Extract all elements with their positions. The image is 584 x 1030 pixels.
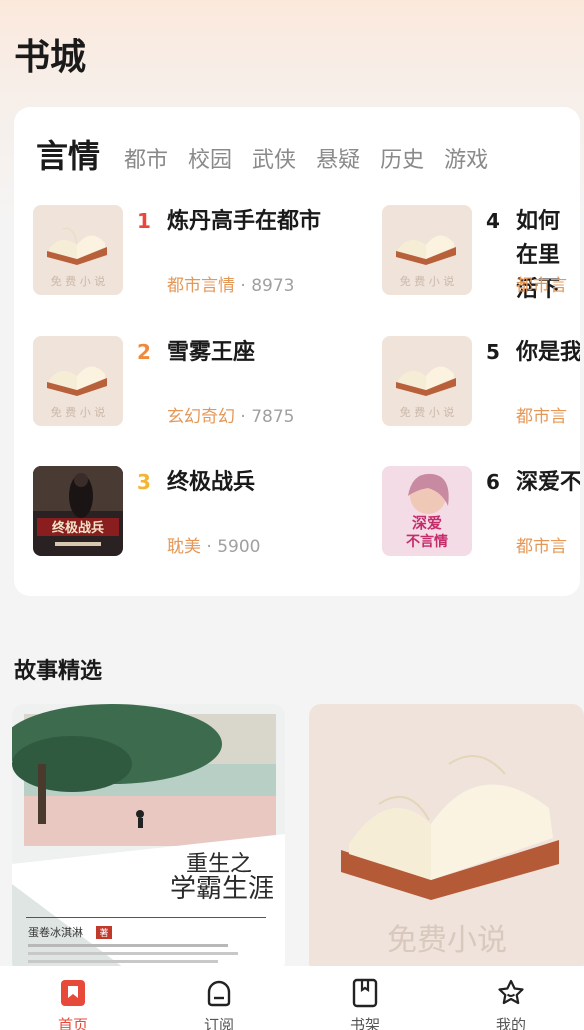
meta-separator: · <box>206 537 212 557</box>
svg-text:终极战兵: 终极战兵 <box>52 520 104 536</box>
book-item[interactable]: 免 费 小 说 1 炼丹高手在都市 都市言情 · 8973 <box>33 205 363 297</box>
book-item[interactable]: 免 费 小 说 2 雪雾王座 玄幻奇幻 · 7875 <box>33 336 363 428</box>
book-category: 耽美 <box>167 537 201 557</box>
rank-number: 4 <box>486 209 500 233</box>
book-cover: 免 费 小 说 <box>33 336 123 426</box>
nav-label: 首页 <box>57 1016 88 1030</box>
ranking-card: 言情 都市 校园 武侠 悬疑 历史 游戏 免 费 小 说 1 炼丹高手在都市 都市言情 · … <box>14 107 580 596</box>
bottom-nav: 首页 订阅 书架 我的 <box>0 966 584 1030</box>
svg-text:免费小说: 免费小说 <box>387 923 507 958</box>
meta-separator: · <box>240 276 246 296</box>
read-count: 7875 <box>251 407 295 427</box>
book-title: 炼丹高手在都市 <box>167 209 322 234</box>
svg-text:免 费 小 说: 免 费 小 说 <box>51 274 106 288</box>
read-count: 8973 <box>251 276 295 296</box>
svg-text:免 费 小 说: 免 费 小 说 <box>400 405 455 419</box>
book-item[interactable]: 免 费 小 说 5 你是我 都市言 <box>382 336 580 428</box>
svg-text:著: 著 <box>99 927 108 939</box>
svg-text:不言情: 不言情 <box>406 533 448 550</box>
book-title: 你是我 <box>516 340 580 365</box>
book-title: 终极战兵 <box>167 470 256 495</box>
book-category: 都市言情 <box>167 276 235 296</box>
tab-mystery[interactable]: 悬疑 <box>316 142 360 174</box>
story-card[interactable]: 免费小说 <box>309 704 584 974</box>
book-title: 雪雾王座 <box>167 340 256 365</box>
subscribe-icon <box>207 980 231 1007</box>
book-cover: 免 费 小 说 <box>33 205 123 295</box>
book-cover: 终极战兵 <box>33 466 123 556</box>
svg-text:深爱: 深爱 <box>412 514 442 532</box>
nav-profile[interactable]: 我的 <box>451 966 571 1030</box>
svg-text:免 费 小 说: 免 费 小 说 <box>51 405 106 419</box>
tab-games[interactable]: 游戏 <box>444 142 488 174</box>
book-cover: 深爱 不言情 <box>382 466 472 556</box>
svg-text:蛋卷冰淇淋: 蛋卷冰淇淋 <box>28 925 83 939</box>
book-title: 深爱不 <box>516 470 580 495</box>
nav-label: 书架 <box>349 1016 380 1030</box>
story-card[interactable]: 重生之 学霸生涯 蛋卷冰淇淋 著 <box>12 704 285 974</box>
page-title: 书城 <box>14 37 87 78</box>
read-count: 5900 <box>217 537 261 557</box>
nav-bookshelf[interactable]: 书架 <box>305 966 425 1030</box>
rank-number: 5 <box>486 340 500 364</box>
book-meta: 都市言 <box>516 532 567 557</box>
section-title-stories: 故事精选 <box>14 659 103 684</box>
rank-number: 3 <box>137 470 151 494</box>
meta-separator: · <box>240 407 246 427</box>
bookmark-icon <box>61 980 85 1006</box>
book-item[interactable]: 终极战兵 3 终极战兵 耽美 · 5900 <box>33 466 363 558</box>
profile-star-icon <box>498 979 524 1005</box>
tab-martial[interactable]: 武侠 <box>252 142 296 174</box>
tab-campus[interactable]: 校园 <box>188 142 232 174</box>
category-tabs: 言情 都市 校园 武侠 悬疑 历史 游戏 <box>36 131 508 177</box>
book-meta: 都市言 <box>516 402 567 427</box>
bookshelf-icon <box>352 978 378 1008</box>
book-category: 都市言 <box>516 407 567 427</box>
tab-romance[interactable]: 言情 <box>36 131 100 177</box>
book-meta: 都市言 <box>516 271 567 296</box>
book-cover: 免 费 小 说 <box>382 336 472 426</box>
nav-label: 订阅 <box>203 1016 234 1030</box>
rank-number: 2 <box>137 340 151 364</box>
rank-number: 1 <box>137 209 151 233</box>
book-meta: 都市言情 · 8973 <box>167 271 294 296</box>
rank-number: 6 <box>486 470 500 494</box>
book-category: 都市言 <box>516 276 567 296</box>
book-item[interactable]: 深爱 不言情 6 深爱不 都市言 <box>382 466 580 558</box>
book-category: 玄幻奇幻 <box>167 407 235 427</box>
tab-urban[interactable]: 都市 <box>124 142 168 174</box>
book-meta: 耽美 · 5900 <box>167 532 260 557</box>
nav-subscribe[interactable]: 订阅 <box>159 966 279 1030</box>
nav-label: 我的 <box>495 1016 526 1030</box>
tab-history[interactable]: 历史 <box>380 142 424 174</box>
book-meta: 玄幻奇幻 · 7875 <box>167 402 294 427</box>
nav-home[interactable]: 首页 <box>13 966 133 1030</box>
svg-text:学霸生涯: 学霸生涯 <box>170 874 274 904</box>
svg-text:免 费 小 说: 免 费 小 说 <box>400 274 455 288</box>
book-item[interactable]: 免 费 小 说 4 如何在里活下 都市言 <box>382 205 580 302</box>
book-category: 都市言 <box>516 537 567 557</box>
book-cover: 免 费 小 说 <box>382 205 472 295</box>
